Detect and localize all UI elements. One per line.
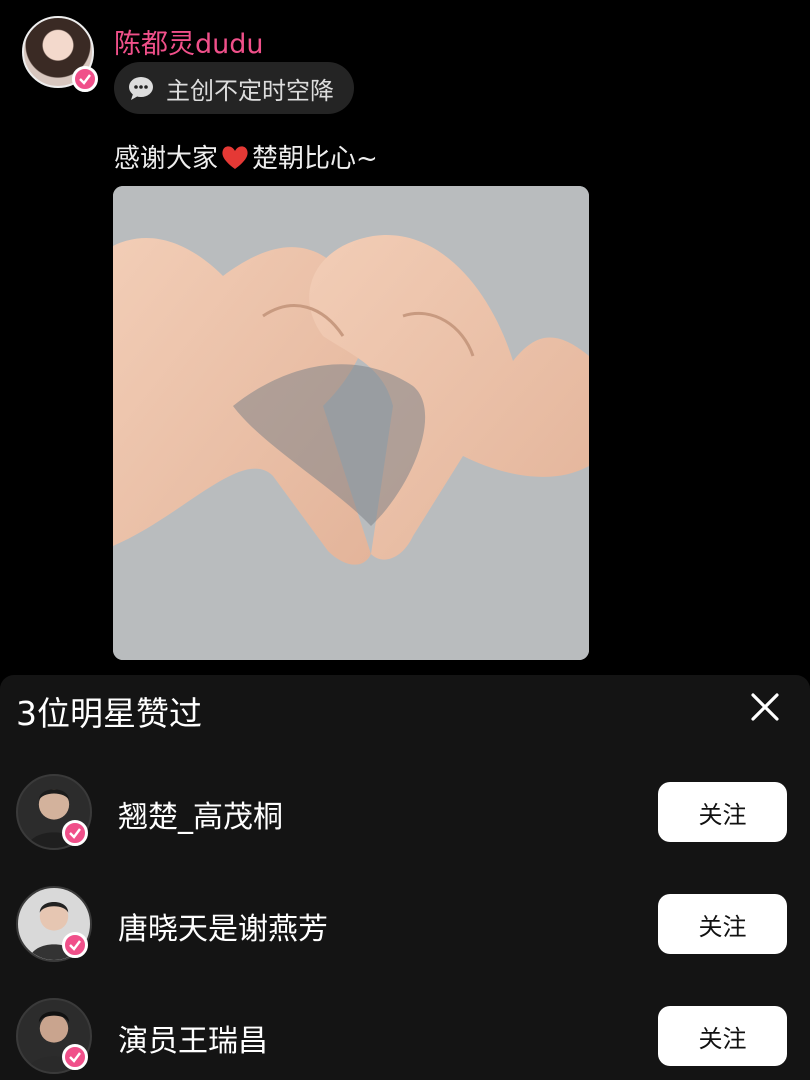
post-photo-heart-hands[interactable] xyxy=(113,186,589,660)
user-name[interactable]: 唐晓天是谢燕芳 xyxy=(118,904,328,948)
verified-badge-icon xyxy=(72,66,98,92)
heart-hands-image xyxy=(113,186,589,660)
star-user-row[interactable]: 演员王瑞昌 关注 xyxy=(0,998,810,1080)
star-user-row[interactable]: 唐晓天是谢燕芳 关注 xyxy=(0,886,810,986)
verified-badge-icon xyxy=(62,1044,88,1070)
post-card: 陈都灵dudu 主创不定时空降 感谢大家 楚朝比心~ xyxy=(0,0,810,675)
caption-text-end: 楚朝比心~ xyxy=(252,144,378,174)
creator-tag[interactable]: 主创不定时空降 xyxy=(114,62,354,114)
close-icon[interactable] xyxy=(745,687,785,727)
tag-label: 主创不定时空降 xyxy=(166,76,334,105)
post-caption: 感谢大家 楚朝比心~ xyxy=(114,138,378,175)
follow-button[interactable]: 关注 xyxy=(658,782,787,842)
chat-bubble-icon xyxy=(129,77,153,100)
follow-button[interactable]: 关注 xyxy=(658,1006,787,1066)
likes-sheet: 3位明星赞过 翘楚_高茂桐 关注 唐晓天是谢燕芳 关注 演员王瑞昌 关注 xyxy=(0,675,810,1080)
red-heart-icon xyxy=(222,145,248,169)
user-name[interactable]: 演员王瑞昌 xyxy=(118,1016,268,1060)
sheet-title: 3位明星赞过 xyxy=(16,694,202,733)
follow-button[interactable]: 关注 xyxy=(658,894,787,954)
verified-badge-icon xyxy=(62,932,88,958)
caption-text-start: 感谢大家 xyxy=(114,144,219,174)
author-name[interactable]: 陈都灵dudu xyxy=(114,22,264,61)
star-user-row[interactable]: 翘楚_高茂桐 关注 xyxy=(0,774,810,874)
user-name[interactable]: 翘楚_高茂桐 xyxy=(118,792,283,836)
verified-badge-icon xyxy=(62,820,88,846)
